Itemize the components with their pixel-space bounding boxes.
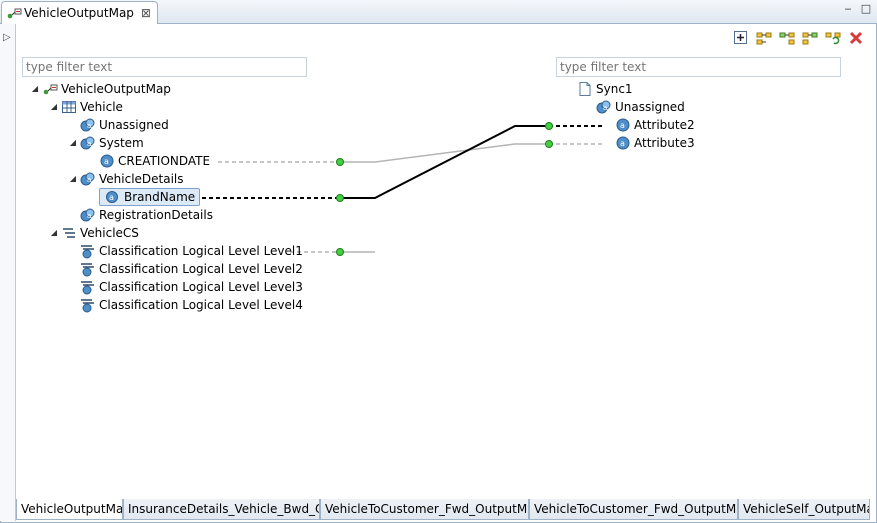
tree-node-creationdate[interactable]: a CREATIONDATE [87,152,210,170]
tree-node-vehicledetails[interactable]: ◢ a VehicleDetails [68,170,184,188]
tree-node-label: Vehicle [80,100,123,114]
tree-node-attribute2[interactable]: a Attribute2 [615,116,695,134]
tree-node-label: RegistrationDetails [99,208,213,222]
tree-node-level4[interactable]: Classification Logical Level Level4 [68,296,303,314]
tree-node-right-unassigned[interactable]: a Unassigned [596,98,685,116]
classification-level-icon [80,297,96,313]
attribute-group-icon: a [80,117,96,133]
svg-text:a: a [104,157,109,166]
editor-tab-label: VehicleOutputMap [24,6,134,20]
tree-node-label: Classification Logical Level Level2 [99,262,303,276]
attribute-group-icon: a [80,135,96,151]
collapsed-palette-strip: ▷ [0,24,16,521]
tree-node-registrationdetails[interactable]: a RegistrationDetails [68,206,213,224]
attribute-icon: a [99,153,115,169]
tree-node-system[interactable]: ◢ a System [68,134,144,152]
add-mapping-icon[interactable] [733,30,749,46]
tree-node-attribute3[interactable]: a Attribute3 [615,134,695,152]
expand-palette-icon[interactable]: ▷ [3,32,11,43]
expand-toggle-icon[interactable]: ◢ [49,98,59,116]
classification-level-icon [80,261,96,277]
brandname-label: BrandName [124,189,196,204]
expand-toggle-icon[interactable]: ◢ [30,80,40,98]
tree-node-vehiclecs[interactable]: ◢ VehicleCS [49,224,139,242]
classification-scheme-icon [61,225,77,241]
close-icon[interactable]: ⊠ [141,6,151,20]
table-icon [61,99,77,115]
svg-text:a: a [87,176,91,184]
tree-node-label: VehicleCS [80,226,139,240]
tree-node-level2[interactable]: Classification Logical Level Level2 [68,260,303,278]
tree-node-vehicle[interactable]: ◢ Vehicle [49,98,123,116]
right-filter-input[interactable] [556,57,841,77]
tree-node-label: Classification Logical Level Level3 [99,280,303,294]
editor-tab-bar: VehicleOutputMap ⊠ ‒ □ [0,0,877,24]
svg-text:a: a [87,212,91,220]
tree-node-sync1[interactable]: Sync1 [577,80,633,98]
classification-level-icon [80,243,96,259]
tree-node-label: Unassigned [615,100,685,114]
attribute-group-icon: a [596,99,612,115]
tree-node-label: CREATIONDATE [118,154,211,168]
bottom-tab-vehicletocustomer-2[interactable]: VehicleToCustomer_Fwd_OutputMa... [529,499,738,520]
attribute-group-icon: a [80,171,96,187]
tree-node-label: VehicleDetails [99,172,184,186]
mapping-toolbar [733,30,871,46]
file-icon [577,81,593,97]
bottom-tab-insurancedetails[interactable]: InsuranceDetails_Vehicle_Bwd_Ou... [123,499,320,520]
bottom-tab-vehicleoutputmap[interactable]: VehicleOutputMap [16,499,123,520]
attribute-icon: a [615,135,631,151]
refresh-icon[interactable] [825,30,841,46]
map-icon [6,5,22,21]
tree-node-label: Classification Logical Level Level4 [99,298,303,312]
tree-node-label: VehicleOutputMap [61,82,171,96]
svg-text:a: a [109,193,114,202]
bottom-tab-bar: VehicleOutputMap InsuranceDetails_Vehicl… [16,499,870,521]
tree-node-brandname[interactable]: a BrandName [87,188,201,206]
tree-node-label: Attribute2 [634,118,695,132]
svg-text:a: a [620,139,625,148]
tree-node-level3[interactable]: Classification Logical Level Level3 [68,278,303,296]
map-icon [42,81,58,97]
svg-text:a: a [603,104,607,112]
tree-node-label-selected: a BrandName [99,188,201,206]
minimize-button[interactable]: ‒ [842,3,854,15]
tree-node-unassigned[interactable]: a Unassigned [68,116,169,134]
layout-icon-2[interactable] [779,30,795,46]
tree-node-level1[interactable]: Classification Logical Level Level1 [68,242,303,260]
editor-tab-vehicleoutputmap[interactable]: VehicleOutputMap ⊠ [1,1,158,24]
tree-node-label: Sync1 [596,82,633,96]
tree-node-label: Classification Logical Level Level1 [99,244,303,258]
tree-node-label: System [99,136,144,150]
tree-node-label: Attribute3 [634,136,695,150]
tree-node-vehicleoutputmap[interactable]: ◢ VehicleOutputMap [30,80,171,98]
attribute-group-icon: a [80,207,96,223]
classification-level-icon [80,279,96,295]
bottom-tab-vehicleself[interactable]: VehicleSelf_OutputMap [738,499,870,520]
svg-text:a: a [87,140,91,148]
expand-toggle-icon[interactable]: ◢ [68,134,78,152]
bottom-tab-vehicletocustomer-1[interactable]: VehicleToCustomer_Fwd_OutputMa... [320,499,529,520]
layout-icon-1[interactable] [756,30,772,46]
expand-toggle-icon[interactable]: ◢ [49,224,59,242]
expand-toggle-icon[interactable]: ◢ [68,170,78,188]
svg-text:a: a [87,122,91,130]
svg-text:a: a [620,121,625,130]
attribute-icon: a [615,117,631,133]
maximize-button[interactable]: □ [860,3,872,15]
tree-node-label: Unassigned [99,118,169,132]
attribute-icon: a [104,189,120,205]
delete-icon[interactable] [848,30,864,46]
left-filter-input[interactable] [22,57,307,77]
layout-icon-3[interactable] [802,30,818,46]
